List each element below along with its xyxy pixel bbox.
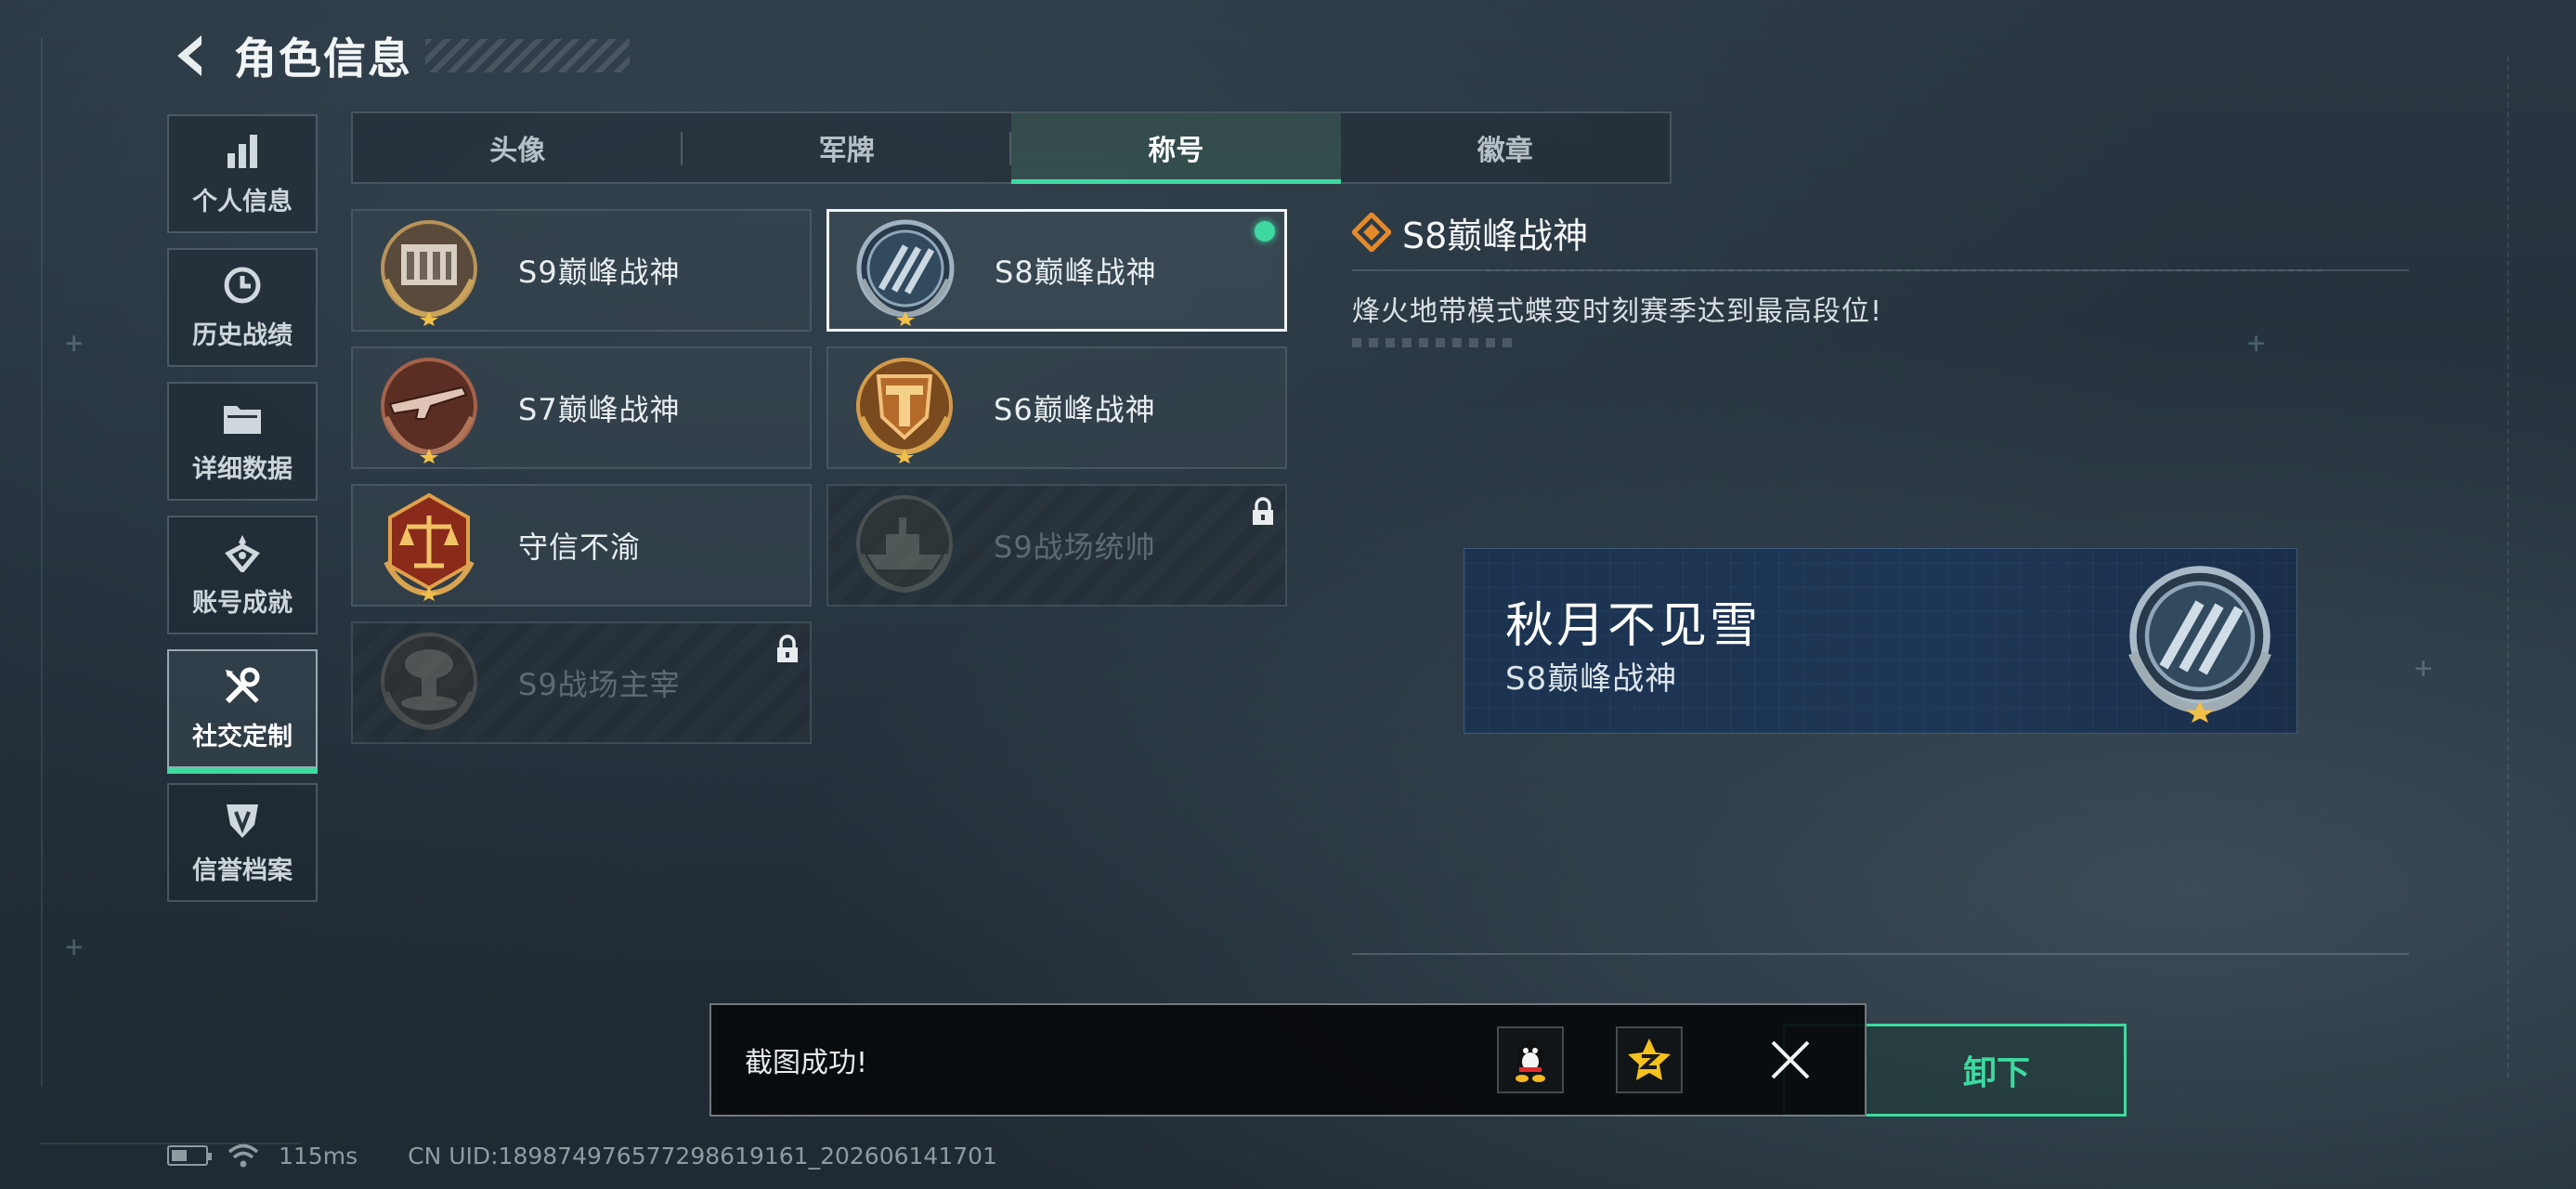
title-name: 守信不渝 (518, 529, 642, 565)
s8-emblem-icon (856, 219, 955, 326)
title-card-locked[interactable]: S9战场统帅 (826, 484, 1287, 607)
share-qq-button[interactable] (1497, 1026, 1564, 1093)
lock-icon (777, 634, 798, 662)
preview-player-name: 秋月不见雪 (1505, 598, 1762, 654)
title-detail-panel: S8巅峰战神 烽火地带模式蝶变时刻赛季达到最高段位! (1352, 204, 2409, 347)
title-card[interactable]: S6巅峰战神 (826, 346, 1287, 469)
title-name: S9战场统帅 (994, 529, 1156, 565)
hud-line (41, 37, 43, 1087)
category-tabs: 头像 军牌 称号 徽章 (351, 111, 1672, 184)
divider (1352, 269, 2409, 271)
tools-icon (222, 666, 263, 707)
sidebar-item-label: 账号成就 (192, 588, 293, 618)
title-card-locked[interactable]: S9战场主宰 (351, 621, 812, 744)
detail-title: S8巅峰战神 (1402, 215, 1589, 256)
back-button[interactable] (167, 28, 215, 84)
header: 角色信息 (167, 26, 630, 85)
history-clock-icon (222, 265, 263, 306)
t-shield-medal-icon (856, 358, 953, 464)
divider (1352, 953, 2409, 955)
sidebar-item-history[interactable]: 历史战绩 (167, 248, 318, 367)
title-name: S8巅峰战神 (995, 255, 1157, 290)
status-bar: 115ms CN UID:18987497657729861916​1_2026… (167, 1139, 997, 1172)
title-name: S6巅峰战神 (994, 392, 1156, 427)
preview-title: S8巅峰战神 (1505, 660, 1678, 698)
hud-crosshair: + (2414, 650, 2433, 686)
obscured-text (1352, 338, 1519, 347)
title-name: S9战场主宰 (518, 667, 681, 702)
uid-text: CN UID:18987497657729861916​1_2026061417… (408, 1142, 997, 1169)
title-card[interactable]: S9巅峰战神 (351, 209, 812, 332)
ping-value: 115ms (279, 1142, 358, 1169)
sidebar-item-label: 详细数据 (192, 454, 293, 484)
sidebar-item-label: 历史战绩 (192, 320, 293, 350)
qzone-star-icon (1628, 1039, 1671, 1080)
sidebar-item-label: 社交定制 (192, 722, 293, 751)
title-name: S7巅峰战神 (518, 392, 681, 427)
wifi-icon (228, 1143, 259, 1168)
sidebar-item-social[interactable]: 社交定制 (167, 649, 318, 774)
toast-close-button[interactable] (1763, 1032, 1818, 1088)
title-decoration (425, 39, 630, 72)
sidebar-item-label: 个人信息 (192, 187, 293, 216)
lock-icon (1253, 497, 1273, 525)
s8-emblem-icon (2128, 566, 2271, 723)
detail-description: 烽火地带模式蝶变时刻赛季达到最高段位! (1352, 295, 1883, 328)
title-name: S9巅峰战神 (518, 255, 681, 290)
title-card[interactable]: S7巅峰战神 (351, 346, 812, 469)
tab-title[interactable]: 称号 (1011, 113, 1341, 184)
scales-medal-icon (384, 492, 475, 601)
title-card[interactable]: 守信不渝 (351, 484, 812, 607)
battery-icon (167, 1145, 212, 1166)
close-icon (1771, 1040, 1810, 1079)
hud-line (2507, 56, 2509, 1078)
warship-medal-icon (856, 495, 953, 594)
tab-dog-tag[interactable]: 军牌 (683, 113, 1012, 182)
hud-crosshair: + (65, 325, 84, 360)
achievement-icon (222, 532, 263, 573)
page-title: 角色信息 (234, 33, 412, 84)
tab-avatar[interactable]: 头像 (353, 113, 683, 182)
screenshot-toast: 截图成功! (709, 1003, 1867, 1117)
equipped-indicator (1255, 221, 1275, 242)
diamond-icon (1352, 213, 1391, 252)
mushroom-cloud-medal-icon (381, 633, 477, 731)
hud-crosshair: + (65, 929, 84, 964)
sidebar-item-achievements[interactable]: 账号成就 (167, 516, 318, 634)
folder-icon (222, 399, 263, 439)
sidebar-item-label: 信誉档案 (192, 856, 293, 885)
sidebar-item-credit[interactable]: 信誉档案 (167, 783, 318, 902)
sidebar: 个人信息 历史战绩 详细数据 账号成就 社交定制 信誉档案 (167, 114, 318, 917)
sidebar-item-profile[interactable]: 个人信息 (167, 114, 318, 233)
share-qzone-button[interactable] (1616, 1026, 1683, 1093)
title-card[interactable]: S8巅峰战神 (826, 209, 1287, 332)
sidebar-item-details[interactable]: 详细数据 (167, 382, 318, 501)
toast-message: 截图成功! (745, 1047, 868, 1079)
back-arrow-icon (177, 35, 202, 76)
title-preview-card: 秋月不见雪 S8巅峰战神 (1464, 548, 2297, 734)
qq-penguin-icon (1516, 1040, 1545, 1082)
rifle-medal-icon (381, 358, 477, 464)
tab-badge[interactable]: 徽章 (1341, 113, 1671, 182)
credit-shield-icon (222, 800, 263, 841)
building-medal-icon (381, 220, 477, 326)
bar-chart-icon (222, 131, 263, 172)
